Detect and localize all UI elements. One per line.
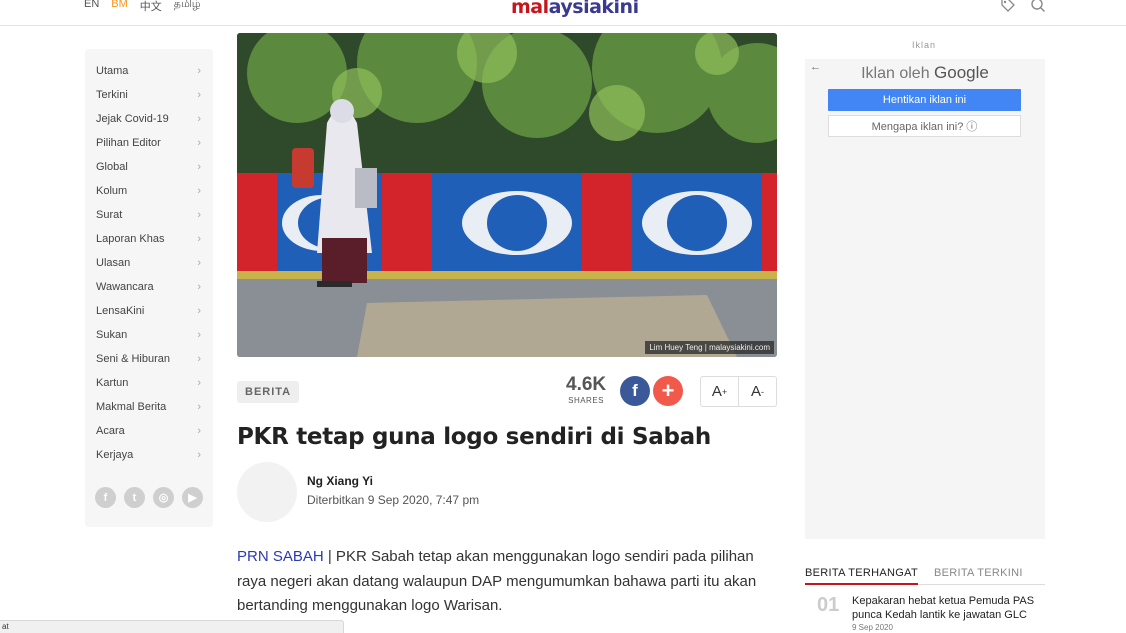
font-decrease-button[interactable]: A- [739,377,776,406]
browser-status-bar: at [0,620,344,633]
ad-panel: ← Iklan oleh Google Hentikan iklan ini M… [805,59,1045,539]
sidebar-item-acara[interactable]: Acara › [85,419,213,443]
sidebar-item-label: Global [96,161,128,173]
sidebar-item-pilihan-editor[interactable]: Pilihan Editor › [85,131,213,155]
ad-label: Iklan [912,40,937,50]
sidebar-item-wawancara[interactable]: Wawancara › [85,275,213,299]
chevron-right-icon: › [197,329,201,341]
article-title: PKR tetap guna logo sendiri di Sabah [237,424,711,450]
sidebar-item-label: Pilihan Editor [96,137,161,149]
tab-berita-terkini[interactable]: BERITA TERKINI [934,567,1023,585]
sidebar-item-label: LensaKini [96,305,145,317]
sidebar-item-lensakini[interactable]: LensaKini › [85,299,213,323]
chevron-right-icon: › [197,209,201,221]
sidebar-item-label: Utama [96,65,129,77]
sidebar-item-makmal-berita[interactable]: Makmal Berita › [85,395,213,419]
google-wordmark: Google [934,63,989,82]
facebook-icon: f [632,381,638,400]
news-tabs: BERITA TERHANGAT BERITA TERKINI [805,567,1045,585]
search-icon[interactable] [1030,0,1046,13]
chevron-right-icon: › [197,161,201,173]
plus-icon: + [661,378,675,403]
sidebar-item-label: Kartun [96,377,129,389]
sidebar-item-seni-hiburan[interactable]: Seni & Hiburan › [85,347,213,371]
sidebar-item-laporan-khas[interactable]: Laporan Khas › [85,227,213,251]
top-navigation-bar: EN BM 中文 தமிழ் malaysiakini [0,0,1126,26]
language-switcher: EN BM 中文 தமிழ் [84,0,201,14]
tag-icon[interactable] [1000,0,1016,13]
sidebar-item-label: Surat [96,209,123,221]
chevron-right-icon: › [197,257,201,269]
chevron-right-icon: › [197,89,201,101]
sidebar-item-label: Terkini [96,89,128,101]
why-ad-button[interactable]: Mengapa iklan ini? ⓘ [828,115,1021,137]
sidebar-menu: Utama › Terkini › Jejak Covid-19 › Pilihan Edi… [85,49,213,527]
sidebar-item-ulasan[interactable]: Ulasan › [85,251,213,275]
sidebar-item-label: Wawancara [96,281,154,293]
facebook-icon[interactable]: f [95,487,116,508]
sidebar-item-label: Jejak Covid-19 [96,113,169,125]
news-date: 9 Sep 2020 [852,623,893,632]
author-avatar[interactable] [237,462,297,522]
chevron-right-icon: › [197,137,201,149]
category-tag[interactable]: BERITA [237,381,300,403]
share-label: SHARES [568,396,605,405]
lang-zh[interactable]: 中文 [140,0,162,14]
chevron-right-icon: › [197,449,201,461]
site-logo[interactable]: malaysiakini [511,0,639,18]
more-share-button[interactable]: + [653,376,683,406]
chevron-right-icon: › [197,401,201,413]
article-body: PRN SABAH | PKR Sabah tetap akan menggun… [237,545,782,619]
sidebar-item-label: Laporan Khas [96,233,165,245]
facebook-share-button[interactable]: f [620,376,650,406]
sidebar-item-jejak-covid-19[interactable]: Jejak Covid-19 › [85,107,213,131]
share-counter: 4.6K SHARES [566,374,606,405]
article-hero-image: Lim Huey Teng | malaysiakini.com [237,33,777,357]
news-title[interactable]: Kepakaran hebat ketua Pemuda PAS punca K… [852,594,1045,622]
chevron-right-icon: › [197,425,201,437]
youtube-icon[interactable]: ▶ [182,487,203,508]
author-name[interactable]: Ng Xiang Yi [307,474,373,488]
chevron-right-icon: › [197,353,201,365]
font-increase-button[interactable]: A + [701,377,739,406]
lang-en[interactable]: EN [84,0,99,14]
chevron-right-icon: › [197,281,201,293]
sidebar-item-terkini[interactable]: Terkini › [85,83,213,107]
sidebar-item-kartun[interactable]: Kartun › [85,371,213,395]
share-count: 4.6K [566,374,607,395]
sidebar-item-utama[interactable]: Utama › [85,59,213,83]
chevron-right-icon: › [197,65,201,77]
sidebar-item-kolum[interactable]: Kolum › [85,179,213,203]
chevron-right-icon: › [197,233,201,245]
twitter-icon[interactable]: t [124,487,145,508]
sidebar-item-kerjaya[interactable]: Kerjaya › [85,443,213,467]
chevron-right-icon: › [197,305,201,317]
sidebar-item-sukan[interactable]: Sukan › [85,323,213,347]
chevron-right-icon: › [197,185,201,197]
lang-bm[interactable]: BM [111,0,128,14]
news-rank: 01 [817,594,840,616]
social-links: f t ◎ ▶ [85,467,213,508]
lang-ta[interactable]: தமிழ் [174,0,201,14]
publish-date: Diterbitkan 9 Sep 2020, 7:47 pm [307,493,480,507]
chevron-right-icon: › [197,377,201,389]
photo-credit: Lim Huey Teng | malaysiakini.com [645,341,774,354]
chevron-right-icon: › [197,113,201,125]
instagram-icon[interactable]: ◎ [153,487,174,508]
sidebar-item-label: Makmal Berita [96,401,167,413]
sidebar-item-label: Acara [96,425,125,437]
sidebar-item-global[interactable]: Global › [85,155,213,179]
sidebar-item-surat[interactable]: Surat › [85,203,213,227]
stop-ad-button[interactable]: Hentikan iklan ini [828,89,1021,111]
sidebar-item-label: Kerjaya [96,449,134,461]
font-size-controls: A + A- [700,376,777,407]
sidebar-item-label: Seni & Hiburan [96,353,170,365]
tab-berita-terhangat[interactable]: BERITA TERHANGAT [805,567,918,585]
sidebar-item-label: Ulasan [96,257,131,269]
sidebar-item-label: Kolum [96,185,128,197]
article-kicker-link[interactable]: PRN SABAH [237,548,324,565]
ad-title: Iklan oleh Google [861,63,989,82]
sidebar-item-label: Sukan [96,329,128,341]
